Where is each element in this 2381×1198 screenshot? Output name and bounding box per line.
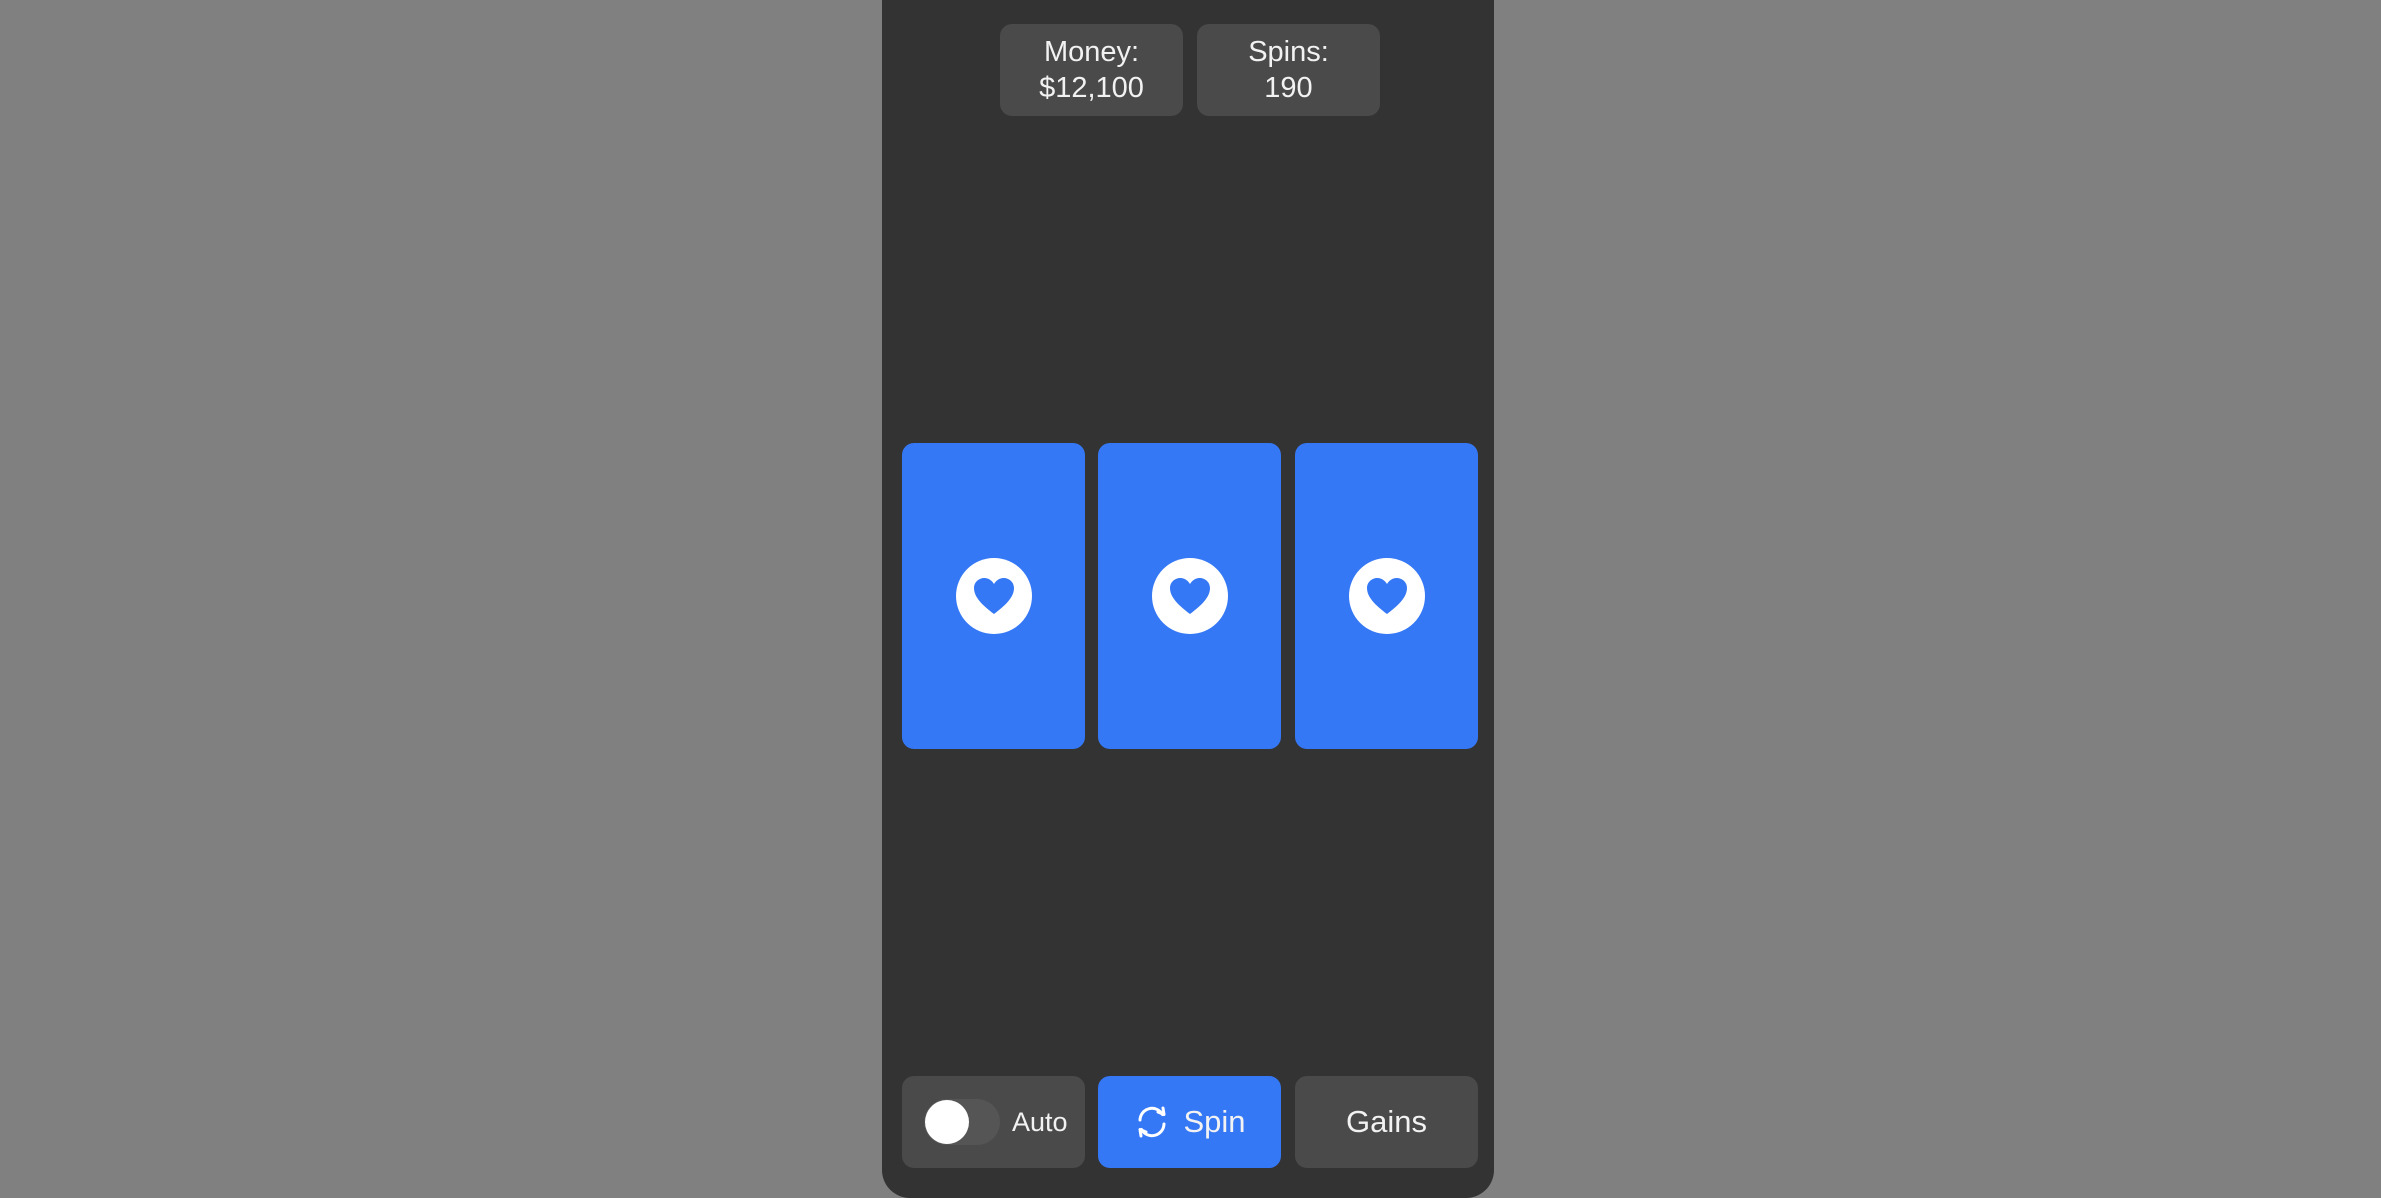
heart-icon [1348,558,1425,634]
money-value: $12,100 [1039,72,1144,104]
reel-3 [1295,443,1478,749]
heart-icon [1151,558,1228,634]
money-label: Money: [1043,36,1140,68]
auto-toggle[interactable] [924,1099,1000,1145]
spins-display: Spins: 190 [1197,24,1380,116]
toggle-knob [925,1100,969,1144]
gains-label: Gains [1346,1104,1427,1139]
spin-button[interactable]: Spin [1098,1076,1281,1168]
spins-label: Spins: [1248,36,1329,68]
gains-button[interactable]: Gains [1295,1076,1478,1168]
game-screen: Money: $12,100 Spins: 190 Auto Spin Gain… [882,0,1494,1198]
reel-1 [902,443,1085,749]
spins-value: 190 [1264,72,1313,104]
refresh-icon [1138,1106,1166,1138]
page-background: Money: $12,100 Spins: 190 Auto Spin Gain… [0,0,2381,1198]
spin-label: Spin [1183,1104,1246,1139]
reel-2 [1098,443,1281,749]
money-display: Money: $12,100 [1000,24,1183,116]
auto-control: Auto [902,1076,1085,1168]
auto-label: Auto [1012,1106,1068,1137]
heart-icon [955,558,1032,634]
